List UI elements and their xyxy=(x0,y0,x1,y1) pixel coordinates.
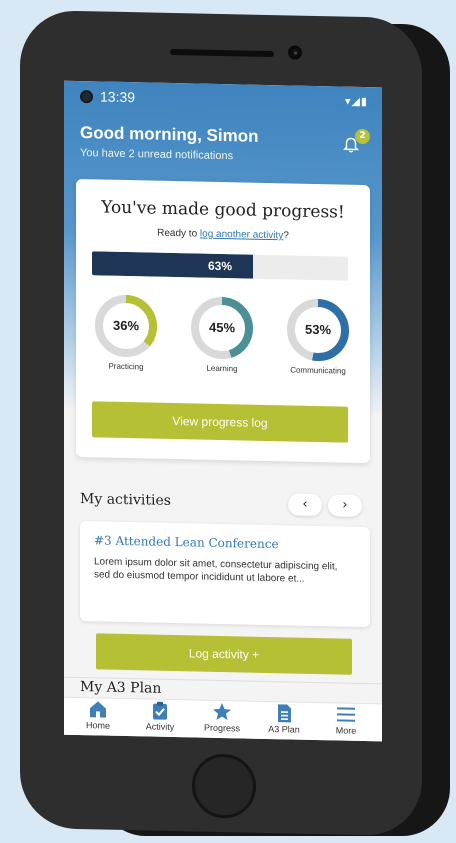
tab-home-label: Home xyxy=(85,720,110,731)
ring-practicing: 36% Practicing xyxy=(80,293,172,372)
tab-more[interactable]: More xyxy=(316,705,376,736)
status-bar: 13:39 ▾◢▮ xyxy=(64,81,382,120)
tab-home[interactable]: Home xyxy=(68,700,128,731)
front-camera-icon xyxy=(80,90,93,104)
log-another-activity-link[interactable]: log another activity xyxy=(200,229,283,242)
ring-learning-percent: 45% xyxy=(208,319,236,336)
status-time: 13:39 xyxy=(100,88,136,106)
tab-progress-label: Progress xyxy=(203,722,240,734)
greeting: Good morning, Simon xyxy=(80,123,259,146)
ring-communicating-percent: 53% xyxy=(304,321,332,338)
ring-learning-label: Learning xyxy=(206,363,238,374)
star-icon xyxy=(213,703,231,721)
activity-description: Lorem ipsum dolor sit amet, consectetur … xyxy=(94,556,338,585)
tab-activity-label: Activity xyxy=(145,721,175,733)
my-activities-title: My activities xyxy=(80,491,171,509)
clipboard-check-icon xyxy=(153,701,167,720)
log-activity-button[interactable]: Log activity + xyxy=(96,633,352,675)
overall-progress-bar: 63% xyxy=(92,251,348,281)
view-progress-log-button[interactable]: View progress log xyxy=(92,401,348,443)
ring-communicating-label: Communicating xyxy=(290,365,346,376)
home-icon xyxy=(90,701,106,718)
activities-prev-button[interactable]: ‹ xyxy=(288,493,322,517)
tab-more-label: More xyxy=(335,725,357,736)
notification-badge: 2 xyxy=(355,128,370,145)
activities-next-button[interactable]: › xyxy=(328,494,362,517)
log-prompt-suffix: ? xyxy=(283,230,289,242)
document-icon xyxy=(278,704,291,723)
progress-card-title: You've made good progress! xyxy=(101,197,345,223)
log-prompt: Ready to log another activity? xyxy=(76,226,370,243)
tab-progress[interactable]: Progress xyxy=(192,702,252,733)
ring-practicing-percent: 36% xyxy=(112,317,140,334)
phone-frame: 13:39 ▾◢▮ Good morning, Simon You have 2… xyxy=(20,9,422,837)
activity-card[interactable]: #3 Attended Lean Conference Lorem ipsum … xyxy=(80,521,370,628)
app-screen: 13:39 ▾◢▮ Good morning, Simon You have 2… xyxy=(64,80,382,742)
status-icons: ▾◢▮ xyxy=(344,94,368,109)
ring-practicing-label: Practicing xyxy=(108,361,144,372)
progress-card: You've made good progress! Ready to log … xyxy=(76,178,370,464)
log-prompt-prefix: Ready to xyxy=(157,227,200,240)
activity-title: #3 Attended Lean Conference xyxy=(94,533,279,552)
phone-home-button[interactable] xyxy=(192,753,256,819)
tab-a3-plan-label: A3 Plan xyxy=(268,723,300,735)
tab-activity[interactable]: Activity xyxy=(130,701,190,732)
phone-camera-icon xyxy=(288,45,302,60)
menu-icon xyxy=(337,707,355,722)
ring-communicating: 53% Communicating xyxy=(272,297,364,376)
bottom-tab-bar: Home Activity Progress A3 Plan More xyxy=(64,696,382,742)
my-a3-plan-title: My A3 Plan xyxy=(80,679,162,697)
tab-a3-plan[interactable]: A3 Plan xyxy=(254,704,314,735)
ring-learning: 45% Learning xyxy=(176,295,268,374)
phone-speaker xyxy=(170,48,274,58)
